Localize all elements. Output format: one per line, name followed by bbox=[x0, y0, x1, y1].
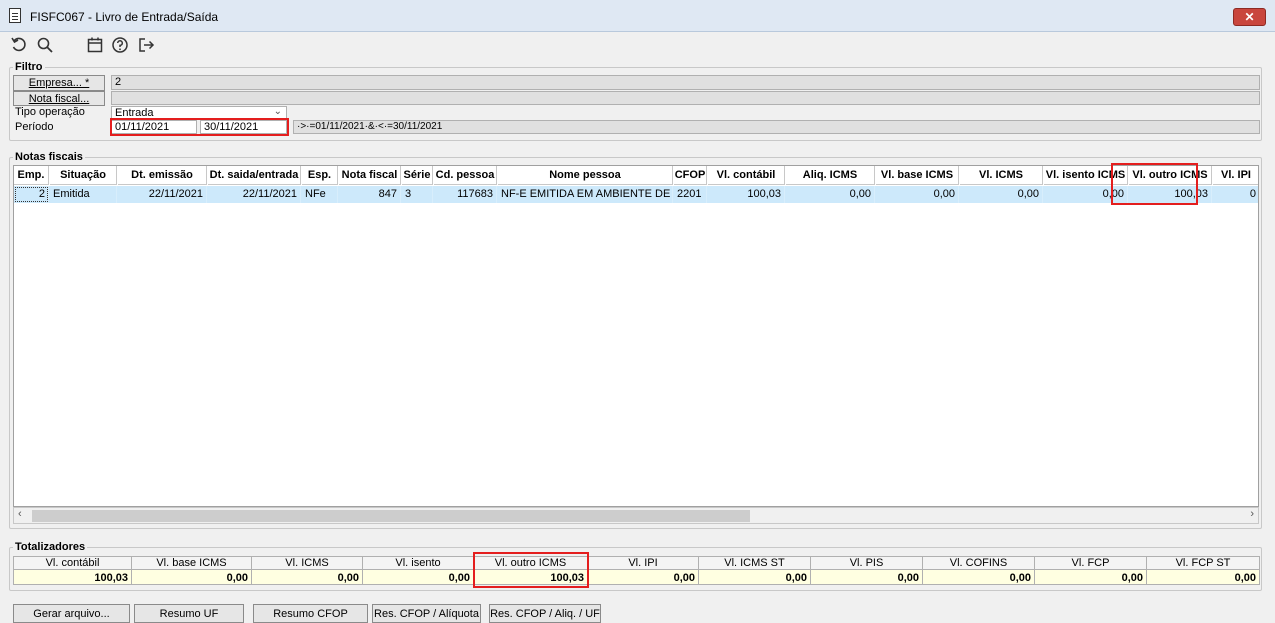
periodo-fim-field[interactable]: 30/11/2021 bbox=[200, 120, 287, 134]
col-header-cfop[interactable]: CFOP bbox=[674, 166, 707, 185]
horizontal-scrollbar[interactable]: ‹ › bbox=[13, 507, 1259, 524]
cell-cd-pessoa: 117683 bbox=[434, 186, 497, 203]
cell-nota-fiscal: 847 bbox=[339, 186, 401, 203]
total-header-vl-contabil: Vl. contábil bbox=[13, 556, 132, 569]
nota-fiscal-button-label: Nota fiscal... bbox=[28, 93, 90, 105]
col-header-nota-fiscal[interactable]: Nota fiscal bbox=[339, 166, 401, 185]
nota-fiscal-field[interactable] bbox=[111, 91, 1260, 105]
col-header-nome-pessoa[interactable]: Nome pessoa bbox=[498, 166, 673, 185]
col-header-vl-isento-icms[interactable]: Vl. isento ICMS bbox=[1044, 166, 1128, 185]
total-header-vl-base-icms: Vl. base ICMS bbox=[132, 556, 252, 569]
col-header-vl-icms[interactable]: Vl. ICMS bbox=[960, 166, 1043, 185]
total-header-vl-outro-icms: Vl. outro ICMS bbox=[474, 556, 588, 569]
col-header-dt-emissao[interactable]: Dt. emissão bbox=[118, 166, 207, 185]
tipo-operacao-label: Tipo operação bbox=[15, 106, 85, 118]
gerar-arquivo-button[interactable]: Gerar arquivo... bbox=[13, 604, 130, 623]
empresa-field[interactable]: 2 bbox=[111, 75, 1260, 90]
cell-nome-pessoa: NF-E EMITIDA EM AMBIENTE DE HOMOLOGACAO bbox=[498, 186, 673, 203]
chevron-down-icon: ⌄ bbox=[273, 106, 282, 117]
cell-aliq-icms: 0,00 bbox=[786, 186, 875, 203]
empresa-button[interactable]: Empresa... * bbox=[13, 75, 105, 91]
col-header-serie[interactable]: Série bbox=[402, 166, 433, 185]
col-header-cd-pessoa[interactable]: Cd. pessoa bbox=[434, 166, 497, 185]
res-cfop-aliquota-button[interactable]: Res. CFOP / Alíquota bbox=[372, 604, 481, 623]
cell-serie: 3 bbox=[402, 186, 433, 203]
total-value-vl-fcp-st: 0,00 bbox=[1147, 569, 1260, 585]
col-header-vl-ipi[interactable]: Vl. IPI bbox=[1213, 166, 1258, 185]
col-header-esp[interactable]: Esp. bbox=[302, 166, 338, 185]
close-button[interactable]: ✕ bbox=[1233, 8, 1266, 26]
total-value-vl-contabil: 100,03 bbox=[13, 569, 132, 585]
cell-vl-base-icms: 0,00 bbox=[876, 186, 959, 203]
help-icon[interactable] bbox=[111, 36, 131, 56]
col-header-dt-saida-entrada[interactable]: Dt. saida/entrada bbox=[208, 166, 301, 185]
undo-icon[interactable] bbox=[10, 36, 30, 56]
filtro-label: Filtro bbox=[13, 61, 45, 73]
calendar-icon[interactable] bbox=[86, 36, 106, 56]
exit-icon[interactable] bbox=[137, 36, 157, 56]
total-value-vl-cofins: 0,00 bbox=[923, 569, 1035, 585]
periodo-expression: ·>·=01/11/2021·&·<·=30/11/2021 bbox=[293, 120, 1260, 134]
scrollbar-thumb[interactable] bbox=[32, 510, 750, 522]
total-value-vl-icms: 0,00 bbox=[252, 569, 363, 585]
total-value-vl-outro-icms: 100,03 bbox=[474, 569, 588, 585]
cell-vl-ipi: 0 bbox=[1213, 186, 1258, 203]
total-header-vl-fcp-st: Vl. FCP ST bbox=[1147, 556, 1260, 569]
total-header-vl-ipi: Vl. IPI bbox=[588, 556, 699, 569]
col-header-vl-base-icms[interactable]: Vl. base ICMS bbox=[876, 166, 959, 185]
total-value-vl-pis: 0,00 bbox=[811, 569, 923, 585]
col-header-situacao[interactable]: Situação bbox=[50, 166, 117, 185]
nota-fiscal-button[interactable]: Nota fiscal... bbox=[13, 91, 105, 106]
total-header-vl-pis: Vl. PIS bbox=[811, 556, 923, 569]
res-cfop-aliq-uf-button[interactable]: Res. CFOP / Aliq. / UF bbox=[489, 604, 601, 623]
cell-cfop: 2201 bbox=[674, 186, 707, 203]
total-header-vl-icms-st: Vl. ICMS ST bbox=[699, 556, 811, 569]
total-value-vl-base-icms: 0,00 bbox=[132, 569, 252, 585]
empresa-button-label: Empresa... * bbox=[28, 77, 90, 89]
cell-dt-saida-entrada: 22/11/2021 bbox=[208, 186, 301, 203]
cell-situacao: Emitida bbox=[50, 186, 117, 203]
periodo-label: Período bbox=[15, 121, 54, 133]
periodo-inicio-field[interactable]: 01/11/2021 bbox=[111, 120, 197, 134]
notas-label: Notas fiscais bbox=[13, 151, 85, 163]
col-header-vl-outro-icms[interactable]: Vl. outro ICMS bbox=[1129, 166, 1212, 185]
cell-vl-icms: 0,00 bbox=[960, 186, 1043, 203]
cell-vl-outro-icms: 100,03 bbox=[1129, 186, 1212, 203]
scroll-left-icon[interactable]: ‹ bbox=[18, 508, 22, 520]
total-value-vl-fcp: 0,00 bbox=[1035, 569, 1147, 585]
total-header-vl-icms: Vl. ICMS bbox=[252, 556, 363, 569]
total-value-vl-ipi: 0,00 bbox=[588, 569, 699, 585]
total-header-vl-isento: Vl. isento bbox=[363, 556, 474, 569]
resumo-cfop-button[interactable]: Resumo CFOP bbox=[253, 604, 368, 623]
col-header-vl-contabil[interactable]: Vl. contábil bbox=[708, 166, 785, 185]
scroll-right-icon[interactable]: › bbox=[1250, 508, 1254, 520]
search-icon[interactable] bbox=[36, 36, 56, 56]
document-icon bbox=[9, 8, 21, 23]
col-header-emp[interactable]: Emp. bbox=[14, 166, 49, 185]
tipo-operacao-select[interactable]: Entrada ⌄ bbox=[111, 106, 287, 120]
notas-grid: Emp. 2 Situação Emitida Dt. emissão 22/11/202… bbox=[13, 165, 1259, 507]
totalizadores-label: Totalizadores bbox=[13, 541, 88, 553]
col-header-aliq-icms[interactable]: Aliq. ICMS bbox=[786, 166, 875, 185]
total-value-vl-icms-st: 0,00 bbox=[699, 569, 811, 585]
resumo-uf-button[interactable]: Resumo UF bbox=[134, 604, 244, 623]
window-title: FISFC067 - Livro de Entrada/Saída bbox=[30, 10, 219, 24]
total-header-vl-fcp: Vl. FCP bbox=[1035, 556, 1147, 569]
tipo-operacao-value: Entrada bbox=[115, 107, 154, 119]
total-header-vl-cofins: Vl. COFINS bbox=[923, 556, 1035, 569]
cell-vl-contabil: 100,03 bbox=[708, 186, 785, 203]
cell-dt-emissao: 22/11/2021 bbox=[118, 186, 207, 203]
total-value-vl-isento: 0,00 bbox=[363, 569, 474, 585]
cell-vl-isento-icms: 0,00 bbox=[1044, 186, 1128, 203]
cell-emp: 2 bbox=[14, 186, 49, 203]
cell-esp: NFe bbox=[302, 186, 338, 203]
